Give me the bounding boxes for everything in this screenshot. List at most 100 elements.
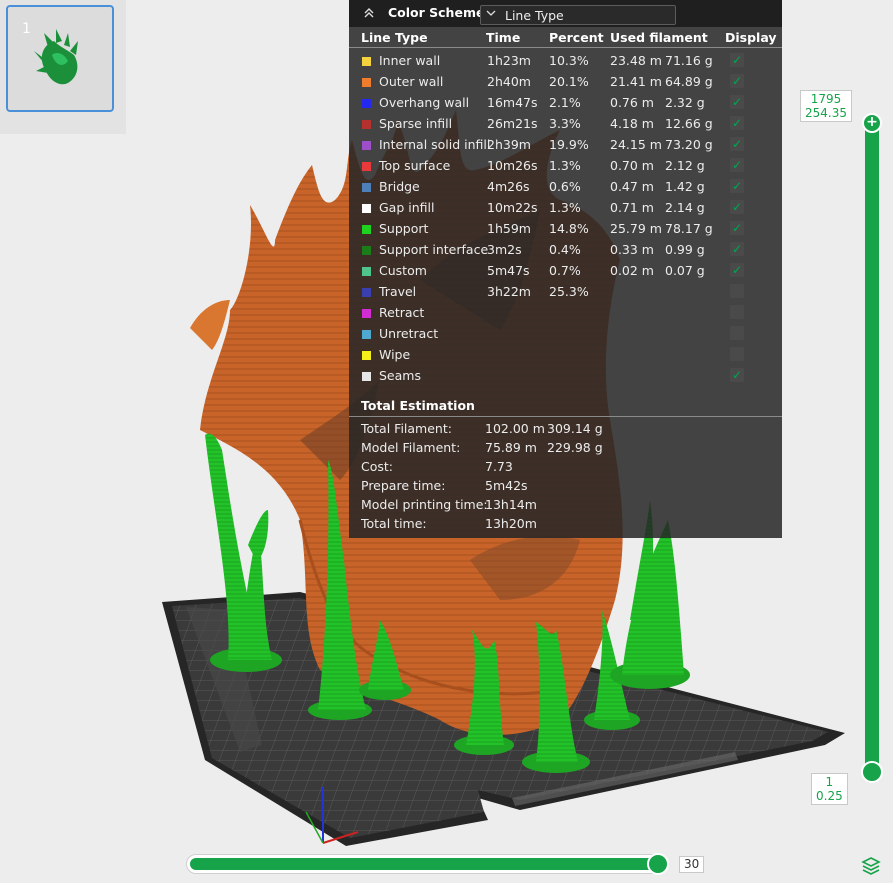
color-scheme-label: Color Scheme: [388, 5, 485, 20]
display-checkbox[interactable]: ✓: [730, 263, 744, 277]
color-swatch: [362, 99, 371, 108]
line-type-row: Inner wall 1h23m 10.3% 23.48 m 71.16 g ✓: [349, 50, 782, 71]
line-type-percent: 1.3%: [549, 158, 581, 173]
line-type-weight: 78.17 g: [665, 221, 713, 236]
line-type-name: Overhang wall: [379, 95, 470, 110]
line-type-weight: 2.32 g: [665, 95, 705, 110]
line-type-time: 3h22m: [487, 284, 531, 299]
display-checkbox[interactable]: ✓: [730, 242, 744, 256]
layer-slider-track[interactable]: [865, 118, 879, 778]
line-type-time: 10m26s: [487, 158, 538, 173]
color-swatch: [362, 141, 371, 150]
column-header-line-type: Line Type: [361, 30, 428, 45]
color-swatch: [362, 288, 371, 297]
display-checkbox[interactable]: ✓: [730, 368, 744, 382]
color-swatch: [362, 204, 371, 213]
line-type-weight: 71.16 g: [665, 53, 713, 68]
color-swatch: [362, 372, 371, 381]
display-checkbox[interactable]: ✓: [730, 221, 744, 235]
line-type-percent: 0.6%: [549, 179, 581, 194]
display-checkbox[interactable]: ✓: [730, 200, 744, 214]
total-value: 13h20m: [485, 516, 537, 531]
total-value: 13h14m: [485, 497, 537, 512]
display-checkbox[interactable]: ✓: [730, 74, 744, 88]
top-layer-label: 1795 254.35: [800, 90, 852, 122]
line-type-percent: 19.9%: [549, 137, 589, 152]
line-type-name: Gap infill: [379, 200, 435, 215]
column-header-percent: Percent: [549, 30, 604, 45]
total-label: Total time:: [361, 516, 427, 531]
line-type-name: Top surface: [379, 158, 451, 173]
line-type-time: 5m47s: [487, 263, 530, 278]
color-swatch: [362, 246, 371, 255]
total-divider: [349, 416, 782, 417]
line-type-name: Support: [379, 221, 429, 236]
line-type-name: Outer wall: [379, 74, 444, 89]
total-label: Model Filament:: [361, 440, 461, 455]
display-checkbox[interactable]: ✓: [730, 179, 744, 193]
display-checkbox[interactable]: ✓: [730, 95, 744, 109]
line-type-length: 0.71 m: [610, 200, 654, 215]
collapse-icon[interactable]: [362, 6, 376, 20]
line-type-percent: 0.4%: [549, 242, 581, 257]
total-label: Model printing time:: [361, 497, 488, 512]
total-label: Prepare time:: [361, 478, 446, 493]
color-swatch: [362, 225, 371, 234]
line-type-time: 2h40m: [487, 74, 531, 89]
line-type-name: Internal solid infill: [379, 137, 491, 152]
line-type-time: 1h59m: [487, 221, 531, 236]
line-type-row: Wipe: [349, 344, 782, 365]
line-type-row: Gap infill 10m22s 1.3% 0.71 m 2.14 g ✓: [349, 197, 782, 218]
line-type-row: Overhang wall 16m47s 2.1% 0.76 m 2.32 g ✓: [349, 92, 782, 113]
bottom-layer-number: 1: [825, 775, 834, 789]
line-type-name: Seams: [379, 368, 421, 383]
line-type-time: 2h39m: [487, 137, 531, 152]
bottom-layer-height: 0.25: [816, 789, 843, 803]
line-type-percent: 25.3%: [549, 284, 589, 299]
line-type-weight: 2.12 g: [665, 158, 705, 173]
layers-icon[interactable]: [860, 855, 882, 877]
line-type-time: 1h23m: [487, 53, 531, 68]
color-swatch: [362, 78, 371, 87]
display-checkbox[interactable]: [730, 305, 744, 319]
3d-viewport[interactable]: 1 Color Scheme Line Type Line Type Time …: [0, 0, 893, 883]
line-type-percent: 2.1%: [549, 95, 581, 110]
line-type-name: Custom: [379, 263, 427, 278]
color-swatch: [362, 57, 371, 66]
bottom-layer-handle[interactable]: [861, 761, 883, 783]
display-checkbox[interactable]: [730, 347, 744, 361]
line-type-weight: 64.89 g: [665, 74, 713, 89]
line-type-time: 10m22s: [487, 200, 538, 215]
line-type-name: Support interface: [379, 242, 489, 257]
header-divider: [349, 47, 782, 48]
color-scheme-dropdown[interactable]: Line Type: [480, 5, 676, 25]
display-checkbox[interactable]: ✓: [730, 116, 744, 130]
line-type-time: 26m21s: [487, 116, 538, 131]
color-swatch: [362, 162, 371, 171]
move-slider-handle[interactable]: [647, 853, 669, 875]
total-value-secondary: 309.14 g: [547, 421, 603, 436]
top-layer-number: 1795: [810, 92, 842, 106]
top-layer-height: 254.35: [805, 106, 847, 120]
total-value-secondary: 229.98 g: [547, 440, 603, 455]
move-slider-fill: [190, 858, 656, 870]
color-swatch: [362, 120, 371, 129]
display-checkbox[interactable]: ✓: [730, 158, 744, 172]
display-checkbox[interactable]: [730, 326, 744, 340]
line-type-row: Outer wall 2h40m 20.1% 21.41 m 64.89 g ✓: [349, 71, 782, 92]
color-swatch: [362, 183, 371, 192]
line-type-row: Top surface 10m26s 1.3% 0.70 m 2.12 g ✓: [349, 155, 782, 176]
color-scheme-value: Line Type: [505, 8, 564, 23]
total-value: 102.00 m: [485, 421, 545, 436]
display-checkbox[interactable]: [730, 284, 744, 298]
top-layer-handle[interactable]: +: [862, 113, 882, 133]
line-type-weight: 0.99 g: [665, 242, 705, 257]
line-type-name: Sparse infill: [379, 116, 453, 131]
chevron-down-icon: [485, 7, 497, 22]
display-checkbox[interactable]: ✓: [730, 53, 744, 67]
display-checkbox[interactable]: ✓: [730, 137, 744, 151]
total-label: Cost:: [361, 459, 394, 474]
line-type-row: Retract: [349, 302, 782, 323]
line-type-time: 16m47s: [487, 95, 538, 110]
line-type-time: 4m26s: [487, 179, 530, 194]
